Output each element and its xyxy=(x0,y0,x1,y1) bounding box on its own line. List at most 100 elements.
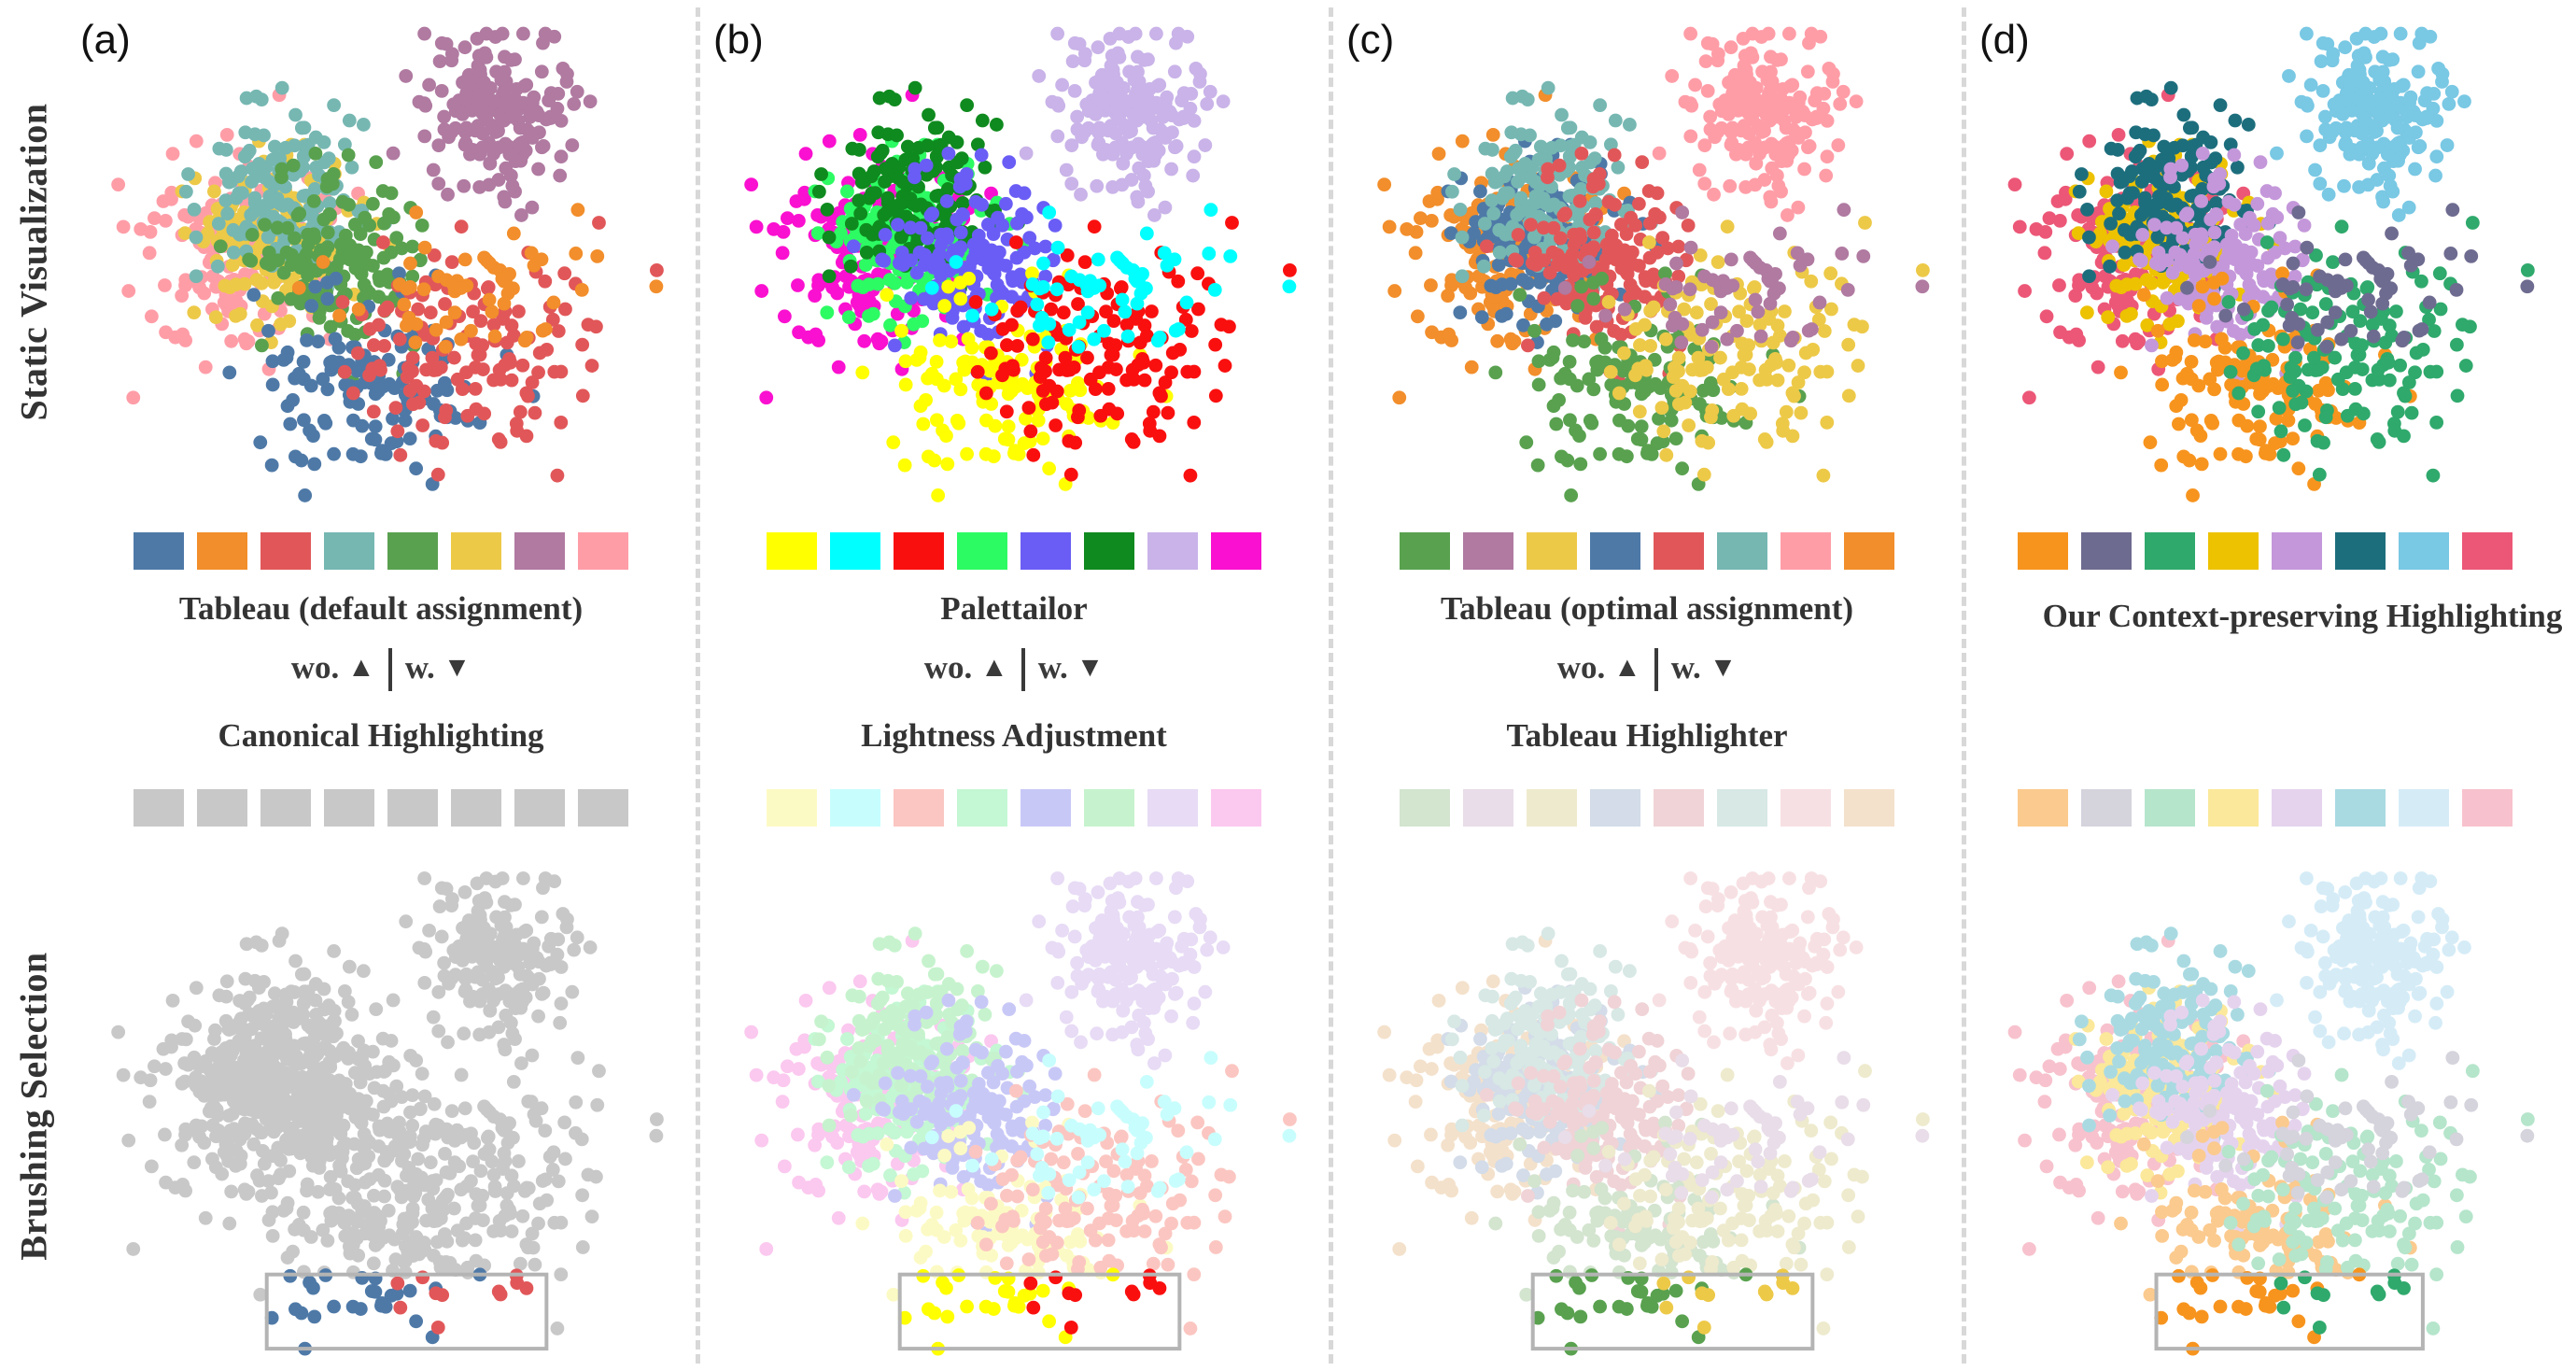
static-scatter-plot xyxy=(67,13,695,513)
palette-swatch-3 xyxy=(1527,532,1577,570)
legend-divider xyxy=(1654,648,1658,691)
highlight-method-label: Lightness Adjustment xyxy=(861,717,1167,754)
palette-swatch-strip xyxy=(1333,532,1961,570)
muted-palette-swatch-5 xyxy=(1654,789,1704,827)
up-triangle-icon: ▲ xyxy=(347,652,375,683)
panel-a: (a) Tableau (default assignment) wo. ▲ w. ▼… xyxy=(67,0,695,1371)
muted-palette-swatch-2 xyxy=(830,789,880,827)
muted-palette-swatch-5 xyxy=(1021,789,1071,827)
palette-swatch-5 xyxy=(1654,532,1704,570)
palette-swatch-1 xyxy=(1400,532,1450,570)
muted-palette-swatch-8 xyxy=(578,789,628,827)
palette-swatch-7 xyxy=(1147,532,1198,570)
palette-swatch-7 xyxy=(514,532,565,570)
muted-palette-swatch-1 xyxy=(134,789,184,827)
muted-palette-swatch-8 xyxy=(1211,789,1261,827)
static-scatter-svg xyxy=(111,26,664,502)
palette-swatch-1 xyxy=(2018,532,2068,570)
muted-palette-swatch-3 xyxy=(1527,789,1577,827)
brushing-scatter-svg xyxy=(111,871,664,1356)
static-scatter-svg xyxy=(1377,26,1930,502)
static-scatter-svg xyxy=(2007,26,2535,502)
w-label: w. xyxy=(1670,649,1710,686)
legend-divider xyxy=(387,648,392,691)
muted-palette-swatch-2 xyxy=(197,789,247,827)
muted-palette-swatch-1 xyxy=(2018,789,2068,827)
palette-swatch-1 xyxy=(134,532,184,570)
palette-name-label: Our Context-preserving Highlighting xyxy=(2042,598,2563,634)
palette-swatch-5 xyxy=(387,532,438,570)
static-scatter-svg xyxy=(744,26,1297,502)
palette-swatch-8 xyxy=(578,532,628,570)
muted-palette-swatch-4 xyxy=(957,789,1007,827)
palette-swatch-3 xyxy=(2145,532,2195,570)
muted-palette-swatch-8 xyxy=(1844,789,1894,827)
muted-palette-swatch-1 xyxy=(767,789,817,827)
w-label: w. xyxy=(404,649,443,686)
palette-swatch-1 xyxy=(767,532,817,570)
down-triangle-icon: ▼ xyxy=(443,652,472,683)
figure-root: Static Visualization Brushing Selection … xyxy=(0,0,2576,1371)
row-label-brushing-selection: Brushing Selection xyxy=(12,951,55,1261)
brushing-scatter-plot xyxy=(67,857,695,1366)
muted-palette-swatch-3 xyxy=(2145,789,2195,827)
panel-c: (c) Tableau (optimal assignment) wo. ▲ w. ▼… xyxy=(1333,0,1961,1371)
muted-palette-swatch-6 xyxy=(2335,789,2386,827)
palette-swatch-2 xyxy=(2081,532,2132,570)
wo-w-legend-row: wo. ▲ w. ▼ xyxy=(1333,648,1961,691)
muted-palette-swatch-2 xyxy=(2081,789,2132,827)
palette-swatch-4 xyxy=(324,532,374,570)
muted-palette-swatch-7 xyxy=(2399,789,2449,827)
palette-swatch-6 xyxy=(2335,532,2386,570)
w-label: w. xyxy=(1037,649,1077,686)
muted-palette-swatch-4 xyxy=(1590,789,1640,827)
muted-palette-swatch-7 xyxy=(514,789,565,827)
palette-swatch-5 xyxy=(1021,532,1071,570)
up-triangle-icon: ▲ xyxy=(980,652,1008,683)
static-scatter-plot xyxy=(1966,13,2564,513)
panel-b: (b) Palettailor wo. ▲ w. ▼ Lightness Adjustm… xyxy=(700,0,1328,1371)
palette-name-label: Palettailor xyxy=(940,590,1088,627)
palette-swatch-4 xyxy=(2208,532,2259,570)
muted-palette-swatch-6 xyxy=(451,789,501,827)
muted-palette-swatch-5 xyxy=(387,789,438,827)
static-scatter-plot xyxy=(700,13,1328,513)
up-triangle-icon: ▲ xyxy=(1613,652,1641,683)
palette-swatch-8 xyxy=(2462,532,2513,570)
brushing-scatter-plot xyxy=(1966,857,2564,1366)
muted-palette-swatch-3 xyxy=(260,789,311,827)
palette-swatch-8 xyxy=(1844,532,1894,570)
muted-palette-swatch-6 xyxy=(1084,789,1134,827)
wo-label: wo. xyxy=(923,649,980,686)
wo-label: wo. xyxy=(1556,649,1613,686)
muted-palette-swatch-5 xyxy=(2272,789,2322,827)
brushing-scatter-plot xyxy=(1333,857,1961,1366)
muted-palette-swatch-4 xyxy=(2208,789,2259,827)
palette-swatch-6 xyxy=(451,532,501,570)
palette-swatch-8 xyxy=(1211,532,1261,570)
row-label-static-visualization: Static Visualization xyxy=(12,102,55,421)
wo-w-legend-row: wo. ▲ w. ▼ xyxy=(67,648,695,691)
static-scatter-plot xyxy=(1333,13,1961,513)
wo-w-legend-row: wo. ▲ w. ▼ xyxy=(700,648,1328,691)
palette-swatch-2 xyxy=(830,532,880,570)
muted-palette-swatch-2 xyxy=(1463,789,1513,827)
brushing-scatter-svg xyxy=(1377,871,1930,1356)
highlight-method-label: Canonical Highlighting xyxy=(218,717,544,754)
palette-swatch-7 xyxy=(2399,532,2449,570)
palette-swatch-2 xyxy=(197,532,247,570)
palette-swatch-5 xyxy=(2272,532,2322,570)
muted-palette-swatch-3 xyxy=(894,789,944,827)
palette-swatch-7 xyxy=(1781,532,1831,570)
brushing-scatter-svg xyxy=(2007,871,2535,1356)
palette-swatch-3 xyxy=(894,532,944,570)
palette-swatch-4 xyxy=(1590,532,1640,570)
palette-swatch-strip xyxy=(67,532,695,570)
muted-palette-swatch-1 xyxy=(1400,789,1450,827)
brushing-scatter-svg xyxy=(744,871,1297,1356)
highlight-method-label: Tableau Highlighter xyxy=(1506,717,1788,754)
muted-palette-swatch-6 xyxy=(1717,789,1767,827)
muted-palette-swatch-7 xyxy=(1781,789,1831,827)
muted-palette-swatch-4 xyxy=(324,789,374,827)
muted-palette-swatch-strip xyxy=(1966,789,2564,827)
